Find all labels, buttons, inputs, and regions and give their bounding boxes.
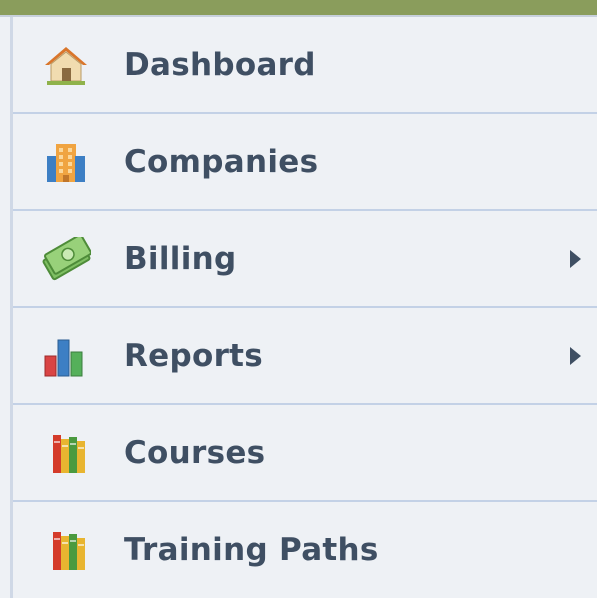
- sidebar-nav: Dashboard Companies Billing Reports Cour…: [10, 17, 597, 598]
- chevron-right-icon: [570, 249, 581, 268]
- nav-label: Companies: [124, 143, 319, 180]
- nav-label: Billing: [124, 240, 237, 277]
- books-icon: [41, 528, 91, 572]
- money-icon: [41, 233, 92, 281]
- nav-item-dashboard[interactable]: Dashboard: [13, 17, 597, 114]
- building-icon: [41, 140, 91, 184]
- nav-label: Training Paths: [124, 531, 379, 568]
- nav-item-billing[interactable]: Billing: [13, 211, 597, 308]
- header-bar: [0, 0, 597, 17]
- nav-label: Courses: [124, 434, 266, 471]
- books-icon: [41, 431, 91, 475]
- nav-item-courses[interactable]: Courses: [13, 405, 597, 502]
- nav-item-training-paths[interactable]: Training Paths: [13, 502, 597, 597]
- chevron-right-icon: [570, 346, 581, 365]
- bar-chart-icon: [41, 334, 91, 378]
- nav-label: Reports: [124, 337, 264, 374]
- house-icon: [41, 43, 91, 87]
- nav-item-reports[interactable]: Reports: [13, 308, 597, 405]
- nav-label: Dashboard: [124, 46, 316, 83]
- nav-item-companies[interactable]: Companies: [13, 114, 597, 211]
